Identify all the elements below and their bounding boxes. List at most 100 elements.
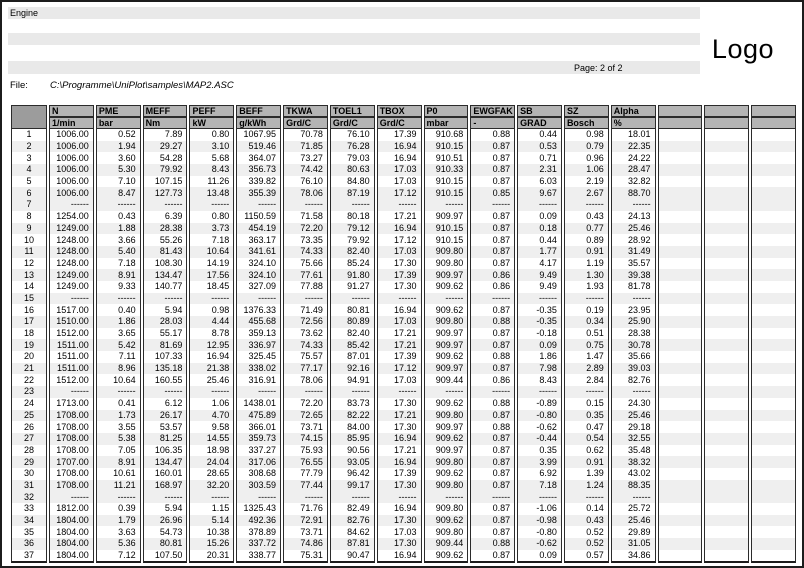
table-cell: 0.52 bbox=[95, 129, 141, 141]
table-cell bbox=[657, 538, 703, 550]
table-cell: 72.91 bbox=[283, 514, 328, 527]
table-cell: 76.55 bbox=[283, 456, 328, 468]
table-row: 26 1708.00 3.55 53.57 9.58 366.01 73.71 84.00 17… bbox=[11, 421, 796, 433]
row-number: 16 bbox=[11, 304, 47, 316]
table-cell: 35.48 bbox=[610, 444, 656, 457]
table-cell: 1707.00 bbox=[49, 456, 94, 468]
table-cell: 1067.95 bbox=[236, 129, 282, 141]
table-cell bbox=[751, 199, 796, 211]
table-cell: 0.87 bbox=[470, 514, 516, 527]
table-cell: 5.94 bbox=[142, 503, 188, 515]
table-cell: 1.88 bbox=[95, 222, 141, 235]
table-cell: 0.79 bbox=[563, 140, 609, 153]
table-cell bbox=[751, 526, 796, 539]
table-cell: 76.10 bbox=[283, 175, 328, 188]
table-cell: 0.91 bbox=[563, 245, 609, 258]
table-cell bbox=[751, 257, 796, 270]
table-cell: 909.97 bbox=[423, 444, 469, 457]
table-cell: 28.65 bbox=[189, 467, 235, 480]
table-cell: ------ bbox=[49, 386, 94, 398]
table-cell: ------ bbox=[470, 292, 516, 305]
table-cell: 909.62 bbox=[423, 467, 469, 480]
row-number: 12 bbox=[11, 257, 47, 270]
table-cell bbox=[704, 257, 750, 270]
table-cell: 1517.00 bbox=[49, 304, 94, 316]
table-cell: 17.12 bbox=[376, 234, 422, 246]
table-cell: 31.05 bbox=[610, 538, 656, 550]
table-cell: 1708.00 bbox=[49, 409, 94, 422]
table-cell: 0.87 bbox=[470, 245, 516, 258]
table-cell: 0.80 bbox=[189, 129, 235, 141]
table-cell: 32.82 bbox=[610, 175, 656, 188]
table-cell: 73.35 bbox=[283, 234, 328, 246]
table-cell: 17.12 bbox=[376, 362, 422, 375]
table-cell: 17.03 bbox=[376, 526, 422, 539]
table-cell: 1.86 bbox=[517, 351, 562, 363]
table-cell bbox=[751, 351, 796, 363]
table-cell: 11.26 bbox=[189, 175, 235, 188]
table-row: 2 1006.00 1.94 29.27 3.10 519.46 71.85 76.28 16.… bbox=[11, 140, 796, 153]
table-cell: 341.61 bbox=[236, 245, 282, 258]
column-unit: mbar bbox=[423, 117, 469, 129]
table-cell bbox=[751, 187, 796, 200]
table-cell: 0.41 bbox=[95, 397, 141, 410]
table-cell: 15.26 bbox=[189, 538, 235, 550]
table-cell: 0.18 bbox=[517, 222, 562, 235]
table-cell: ------ bbox=[49, 199, 94, 211]
table-cell: 0.77 bbox=[563, 222, 609, 235]
table-cell: 0.87 bbox=[470, 222, 516, 235]
table-cell bbox=[751, 269, 796, 281]
table-cell bbox=[704, 491, 750, 503]
table-cell bbox=[751, 152, 796, 165]
table-cell: 7.12 bbox=[95, 549, 141, 563]
table-cell: 83.73 bbox=[329, 397, 375, 410]
table-cell: 17.30 bbox=[376, 280, 422, 293]
table-cell: 1006.00 bbox=[49, 164, 94, 176]
table-cell bbox=[704, 549, 750, 563]
table-cell: 1.47 bbox=[563, 351, 609, 363]
table-row: 20 1511.00 7.11 107.33 16.94 325.45 75.57 87.01… bbox=[11, 351, 796, 363]
table-cell: 1249.00 bbox=[49, 222, 94, 235]
column-header bbox=[751, 105, 796, 117]
table-cell: 0.54 bbox=[563, 432, 609, 445]
table-row: 8 1254.00 0.43 6.39 0.80 1150.59 71.58 80.18 17.… bbox=[11, 210, 796, 223]
table-cell: 909.97 bbox=[423, 269, 469, 281]
table-corner-cell bbox=[11, 105, 47, 129]
column-header bbox=[704, 105, 750, 117]
table-cell: 325.45 bbox=[236, 351, 282, 363]
table-cell: 22.35 bbox=[610, 140, 656, 153]
table-cell: 81.43 bbox=[142, 245, 188, 258]
table-row: 11 1248.00 5.40 81.43 10.64 341.61 74.33 82.40 1… bbox=[11, 245, 796, 258]
table-cell: ------ bbox=[610, 491, 656, 503]
column-header: TOEL1 bbox=[329, 105, 375, 117]
table-cell: 909.62 bbox=[423, 304, 469, 316]
table-cell: 17.30 bbox=[376, 421, 422, 433]
table-cell: 7.11 bbox=[95, 351, 141, 363]
row-number: 37 bbox=[11, 549, 47, 563]
table-cell: 73.62 bbox=[283, 327, 328, 340]
row-number: 6 bbox=[11, 187, 47, 200]
table-cell: 2.84 bbox=[563, 374, 609, 387]
table-cell: 0.86 bbox=[470, 280, 516, 293]
table-cell bbox=[657, 257, 703, 270]
table-cell: 29.27 bbox=[142, 140, 188, 153]
table-cell: 17.39 bbox=[376, 269, 422, 281]
row-number: 22 bbox=[11, 374, 47, 387]
table-cell bbox=[751, 210, 796, 223]
table-cell: 25.72 bbox=[610, 503, 656, 515]
table-cell: 0.51 bbox=[563, 327, 609, 340]
table-cell: 0.85 bbox=[470, 187, 516, 200]
table-cell: 0.62 bbox=[563, 444, 609, 457]
table-cell: 168.97 bbox=[142, 479, 188, 492]
table-cell: 9.49 bbox=[517, 269, 562, 281]
table-cell: ------ bbox=[189, 386, 235, 398]
table-cell: 1006.00 bbox=[49, 140, 94, 153]
table-cell: 17.56 bbox=[189, 269, 235, 281]
table-cell bbox=[704, 339, 750, 352]
table-cell: 3.66 bbox=[95, 234, 141, 246]
row-number: 21 bbox=[11, 362, 47, 375]
table-cell bbox=[751, 222, 796, 235]
table-cell: 71.58 bbox=[283, 210, 328, 223]
table-cell: 4.70 bbox=[189, 409, 235, 422]
table-cell: 84.80 bbox=[329, 175, 375, 188]
